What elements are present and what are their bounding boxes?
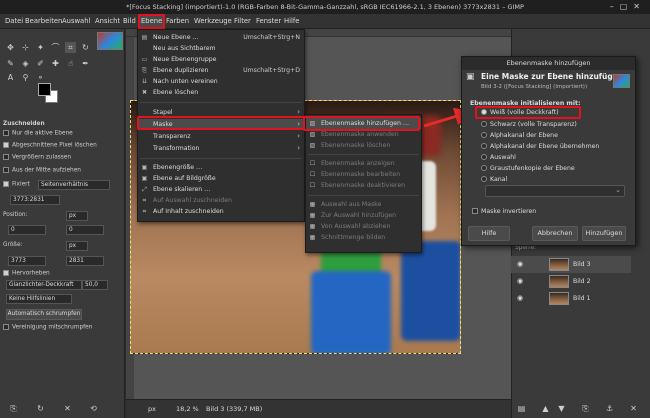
dialog-title: Ebenenmaske hinzufügen [462, 57, 635, 70]
cancel-button[interactable]: Abbrechen [532, 226, 578, 241]
chevron-down-icon: ⌄ [615, 186, 621, 194]
mask-icon: ▣ [466, 72, 475, 82]
radio-transfer-layer-alpha[interactable]: Alphakanal der Ebene übernehmen [481, 143, 599, 150]
radio-grayscale-copy[interactable]: Graustufenkopie der Ebene [481, 165, 575, 172]
dialog-subheading: Bild 3-2 ([Focus Stacking] (importiert)) [481, 84, 588, 90]
channel-select[interactable]: ⌄ [485, 185, 625, 197]
layer-preview-thumbnail [613, 74, 630, 88]
dialog-heading: Eine Maske zur Ebene hinzufügen [481, 72, 624, 81]
radio-selection[interactable]: Auswahl [481, 154, 516, 161]
radio-channel[interactable]: Kanal [481, 176, 507, 183]
help-button[interactable]: Hilfe [468, 226, 510, 241]
radio-layer-alpha[interactable]: Alphakanal der Ebene [481, 132, 558, 139]
white-option-highlight-box [475, 106, 581, 119]
radio-black-full-transparency[interactable]: Schwarz (volle Transparenz) [481, 121, 577, 128]
invert-mask-checkbox[interactable]: Maske invertieren [472, 208, 536, 215]
add-button[interactable]: Hinzufügen [582, 226, 626, 241]
